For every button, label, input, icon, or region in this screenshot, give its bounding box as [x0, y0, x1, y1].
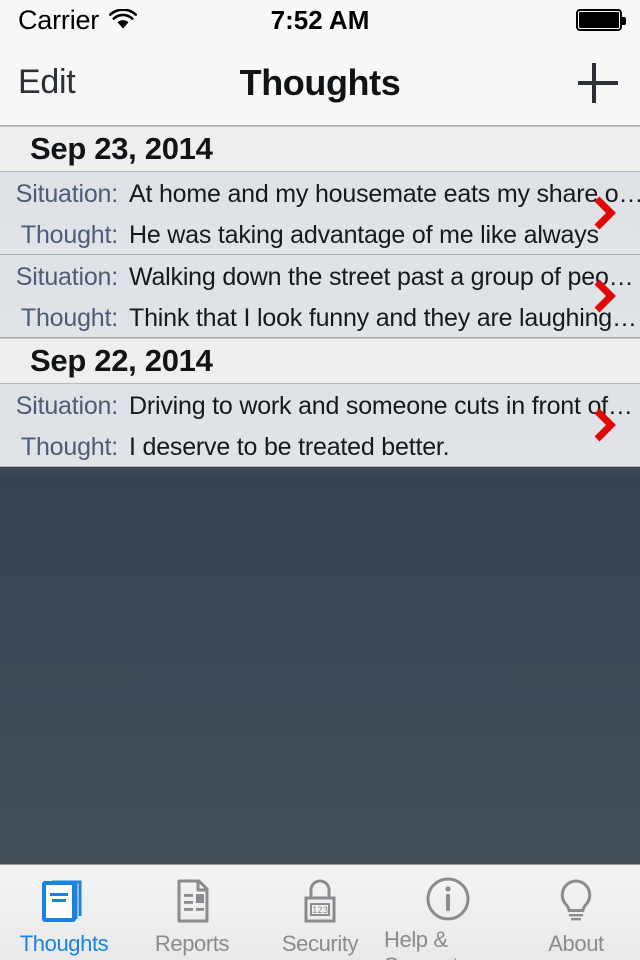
thought-value: I deserve to be treated better. — [129, 433, 450, 461]
chevron-right-icon[interactable] — [592, 278, 618, 314]
carrier-label: Carrier — [18, 4, 100, 35]
thoughts-list: Sep 23, 2014 Situation: At home and my h… — [0, 126, 640, 467]
section-header-date: Sep 23, 2014 — [30, 131, 213, 166]
thought-line: Thought: He was taking advantage of me l… — [0, 213, 640, 254]
status-bar-clock: 7:52 AM — [270, 4, 370, 35]
app-screen: Carrier 7:52 AM Edit Thoughts Sep 23, 20 — [0, 0, 640, 960]
navigation-bar: Edit Thoughts — [0, 40, 640, 126]
tab-help-support[interactable]: Help & Support — [384, 865, 512, 960]
thought-value: He was taking advantage of me like alway… — [129, 221, 599, 249]
tab-label-security: Security — [281, 931, 359, 956]
battery-icon — [576, 9, 626, 31]
table-row[interactable]: Situation: Driving to work and someone c… — [0, 384, 640, 467]
situation-label: Situation: — [15, 263, 118, 291]
edit-button[interactable]: Edit — [18, 63, 76, 102]
section-header: Sep 23, 2014 — [0, 126, 640, 172]
thought-label: Thought: — [20, 221, 118, 249]
status-bar: Carrier 7:52 AM — [0, 0, 640, 40]
situation-value: Driving to work and someone cuts in fron… — [129, 392, 633, 420]
padlock-123-icon: 123 — [292, 875, 348, 927]
tab-label-about: About — [548, 931, 604, 956]
situation-label: Situation: — [15, 180, 118, 208]
tab-label-help-support: Help & Support — [384, 927, 459, 960]
tab-about[interactable]: About — [512, 865, 640, 960]
table-row[interactable]: Situation: Walking down the street past … — [0, 255, 640, 338]
tab-thoughts[interactable]: Thoughts — [0, 865, 128, 960]
status-bar-right — [576, 9, 626, 31]
document-icon — [164, 875, 220, 927]
wifi-icon — [109, 8, 138, 31]
tab-bar: Thoughts Reports 123 Security Help & Abo… — [0, 864, 640, 960]
chevron-right-icon[interactable] — [592, 195, 618, 231]
tab-security[interactable]: 123 Security — [256, 865, 384, 960]
lightbulb-icon — [548, 875, 604, 927]
situation-line: Situation: At home and my housemate eats… — [0, 172, 640, 213]
tab-reports[interactable]: Reports — [128, 865, 256, 960]
svg-text:123: 123 — [312, 906, 328, 916]
table-row[interactable]: Situation: At home and my housemate eats… — [0, 172, 640, 255]
status-bar-left: Carrier — [18, 4, 138, 36]
page-title: Thoughts — [239, 61, 401, 103]
situation-line: Situation: Walking down the street past … — [0, 255, 640, 296]
situation-line: Situation: Driving to work and someone c… — [0, 384, 640, 425]
thought-line: Thought: Think that I look funny and the… — [0, 296, 640, 337]
section-header-date: Sep 22, 2014 — [30, 343, 213, 378]
situation-value: At home and my housemate eats my share o… — [129, 180, 640, 208]
situation-label: Situation: — [15, 392, 118, 420]
thought-label: Thought: — [20, 304, 118, 332]
chevron-right-icon[interactable] — [592, 407, 618, 443]
thought-line: Thought: I deserve to be treated better. — [0, 425, 640, 466]
add-thought-button[interactable] — [574, 59, 622, 107]
situation-value: Walking down the street past a group of … — [129, 263, 634, 291]
notes-stack-icon — [36, 875, 92, 927]
thought-label: Thought: — [20, 433, 118, 461]
thought-value: Think that I look funny and they are lau… — [129, 304, 637, 332]
tab-label-reports: Reports — [154, 931, 230, 956]
tab-label-thoughts: Thoughts — [19, 931, 109, 956]
info-circle-icon — [420, 875, 476, 923]
empty-backdrop — [0, 478, 640, 864]
section-header: Sep 22, 2014 — [0, 338, 640, 384]
